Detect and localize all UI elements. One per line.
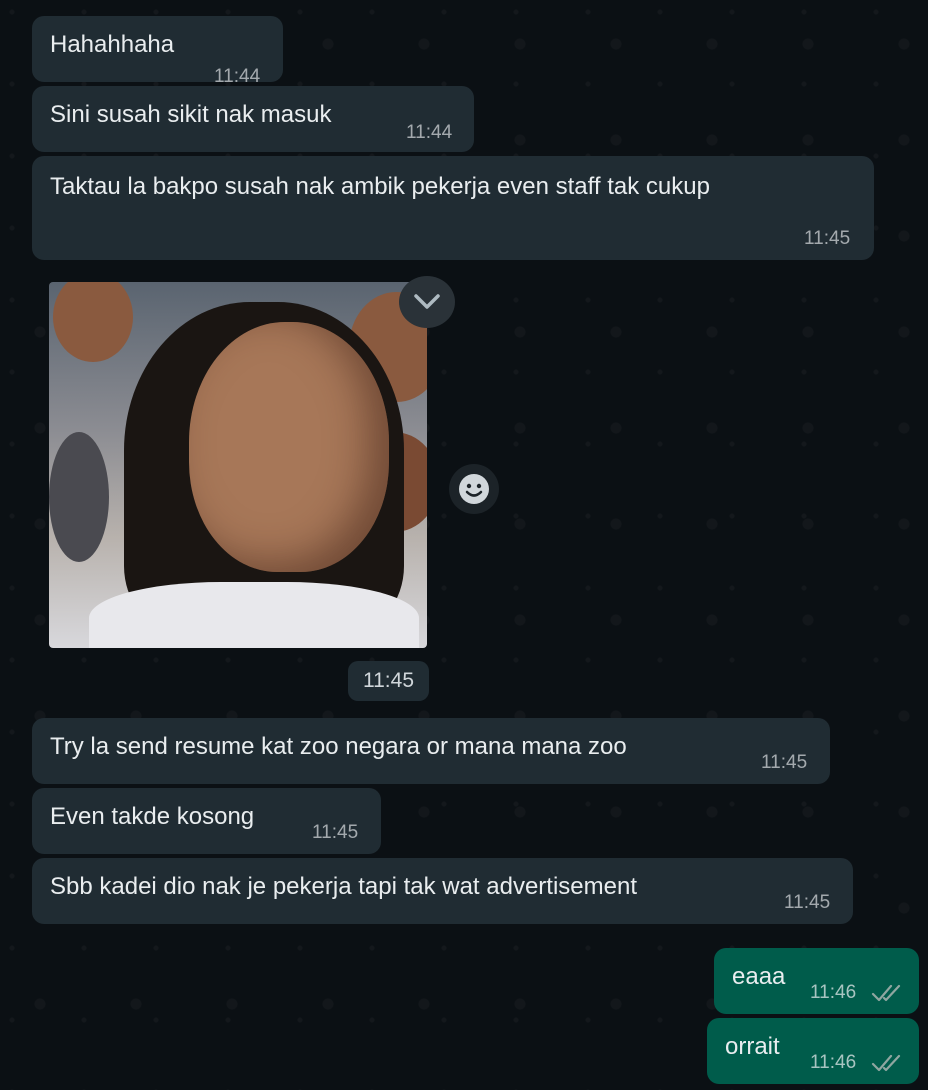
message-text: orrait — [725, 1033, 780, 1060]
message-text: Taktau la bakpo susah nak ambik pekerja … — [50, 173, 710, 200]
sticker-image[interactable] — [49, 282, 427, 648]
message-text: Sini susah sikit nak masuk — [50, 101, 332, 128]
incoming-message[interactable]: Sbb kadei dio nak je pekerja tapi tak wa… — [32, 858, 853, 924]
message-time: 11:44 — [406, 122, 453, 143]
media-time: 11:45 — [348, 661, 429, 701]
message-time: 11:44 — [214, 66, 261, 87]
outgoing-message[interactable]: orrait 11:46 — [707, 1018, 919, 1084]
incoming-message[interactable]: Hahahhaha 11:44 — [32, 16, 283, 87]
incoming-message[interactable]: Taktau la bakpo susah nak ambik pekerja … — [32, 156, 874, 260]
message-text: Hahahhaha — [50, 31, 175, 58]
outgoing-message[interactable]: eaaa 11:46 — [714, 948, 919, 1014]
message-text: Sbb kadei dio nak je pekerja tapi tak wa… — [50, 873, 638, 900]
incoming-message[interactable]: Try la send resume kat zoo negara or man… — [32, 718, 830, 784]
read-double-tick-icon — [871, 982, 905, 1012]
message-time: 11:45 — [312, 822, 359, 843]
message-text: eaaa — [732, 963, 786, 990]
message-text: Try la send resume kat zoo negara or man… — [50, 733, 627, 760]
emoji-react-icon[interactable] — [449, 464, 499, 514]
incoming-message[interactable]: Even takde kosong 11:45 — [32, 788, 381, 854]
incoming-message[interactable]: Sini susah sikit nak masuk 11:44 — [32, 86, 474, 152]
message-time: 11:46 — [810, 982, 857, 1003]
message-time: 11:45 — [804, 228, 851, 249]
read-double-tick-icon — [871, 1052, 905, 1082]
message-time: 11:45 — [761, 752, 808, 773]
message-time: 11:46 — [810, 1052, 857, 1073]
chevron-down-icon[interactable] — [399, 276, 455, 328]
message-time: 11:45 — [784, 892, 831, 913]
message-text: Even takde kosong — [50, 803, 255, 830]
